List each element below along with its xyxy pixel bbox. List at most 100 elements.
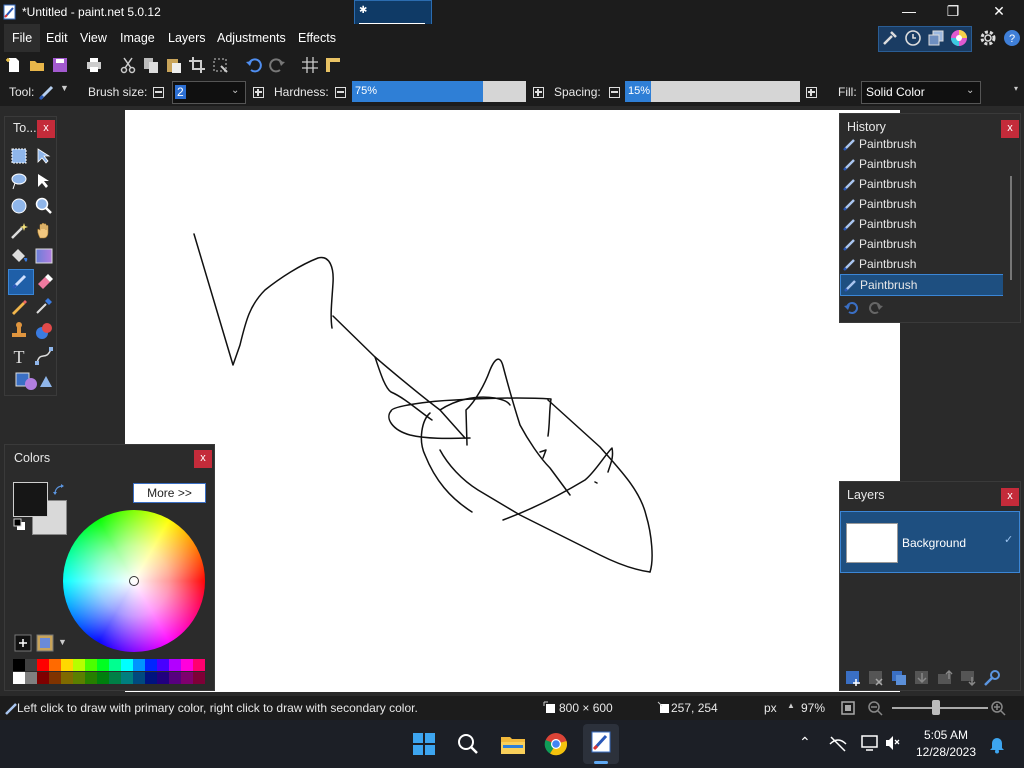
brush-size-input[interactable]: 2: [175, 85, 186, 99]
brush-size-dropdown-icon[interactable]: ⌄: [231, 85, 239, 96]
clock-date[interactable]: 12/28/2023: [906, 745, 986, 759]
paintbrush-icon[interactable]: [10, 271, 30, 291]
paintnet-taskbar-button[interactable]: [583, 724, 619, 764]
zoom-slider-thumb[interactable]: [932, 700, 940, 715]
zoom-out-icon[interactable]: [867, 700, 883, 716]
settings-gear-icon[interactable]: [978, 28, 998, 48]
paint-bucket-icon[interactable]: [9, 246, 29, 266]
shapes-icon[interactable]: [14, 370, 52, 390]
add-color-icon[interactable]: [14, 634, 32, 652]
gradient-icon[interactable]: [34, 246, 54, 266]
palette-swatch[interactable]: [145, 659, 157, 671]
palette-swatch[interactable]: [121, 659, 133, 671]
pan-icon[interactable]: [34, 221, 54, 241]
pixel-grid-icon[interactable]: [301, 56, 319, 74]
paintbrush-tool-icon[interactable]: [38, 83, 56, 101]
new-file-icon[interactable]: [5, 56, 23, 74]
reset-colors-icon[interactable]: [13, 518, 27, 532]
history-item[interactable]: Paintbrush: [840, 137, 1002, 154]
units-select[interactable]: px: [764, 701, 777, 715]
lasso-select-icon[interactable]: [9, 171, 29, 191]
palette-swatch[interactable]: [73, 672, 85, 684]
history-item[interactable]: Paintbrush: [840, 254, 1002, 274]
palette-swatch[interactable]: [61, 659, 73, 671]
palette-swatch[interactable]: [25, 672, 37, 684]
palette-swatch[interactable]: [97, 672, 109, 684]
history-undo-icon[interactable]: [843, 300, 861, 316]
history-item[interactable]: Paintbrush: [840, 214, 1002, 234]
palette-swatch[interactable]: [121, 672, 133, 684]
brush-size-decrease-button[interactable]: [153, 87, 164, 98]
layer-properties-icon[interactable]: [982, 669, 1000, 687]
tool-dropdown-icon[interactable]: ▼: [60, 83, 69, 93]
color-wheel[interactable]: [63, 510, 205, 652]
palette-swatch[interactable]: [133, 672, 145, 684]
history-redo-icon[interactable]: [866, 300, 884, 316]
tray-overflow-icon[interactable]: ⌃: [799, 734, 811, 751]
palette-swatch[interactable]: [49, 672, 61, 684]
move-layer-down-icon[interactable]: [959, 669, 977, 687]
menu-file[interactable]: File: [4, 24, 41, 52]
palette-icon[interactable]: [36, 634, 54, 652]
maximize-button[interactable]: ❐: [930, 0, 976, 24]
layer-visible-check-icon[interactable]: ✓: [1004, 533, 1013, 546]
menu-layers[interactable]: Layers: [168, 24, 206, 52]
palette-swatch[interactable]: [85, 659, 97, 671]
help-icon[interactable]: ?: [1002, 28, 1022, 48]
history-window-icon[interactable]: [903, 28, 923, 48]
palette-swatch[interactable]: [169, 659, 181, 671]
palette-menu-icon[interactable]: ▼: [58, 637, 67, 647]
palette-swatch[interactable]: [109, 672, 121, 684]
fill-select[interactable]: Solid Color ⌄: [861, 81, 981, 104]
history-item[interactable]: Paintbrush: [840, 154, 1002, 174]
text-icon[interactable]: T: [9, 346, 29, 366]
hardness-slider[interactable]: 75%: [352, 81, 526, 102]
palette-swatch[interactable]: [37, 672, 49, 684]
palette-swatch[interactable]: [25, 659, 37, 671]
menu-edit[interactable]: Edit: [46, 24, 68, 52]
open-file-icon[interactable]: [28, 56, 46, 74]
paste-icon[interactable]: [165, 56, 183, 74]
windows-start-icon[interactable]: [412, 732, 436, 756]
volume-muted-icon[interactable]: [884, 734, 900, 752]
palette-swatch[interactable]: [181, 672, 193, 684]
palette-swatch[interactable]: [193, 672, 205, 684]
spacing-decrease-button[interactable]: [609, 87, 620, 98]
palette-swatch[interactable]: [193, 659, 205, 671]
history-scrollbar[interactable]: [1010, 176, 1012, 280]
crop-to-selection-icon[interactable]: [188, 56, 206, 74]
minimize-button[interactable]: —: [886, 0, 932, 24]
duplicate-layer-icon[interactable]: [890, 669, 908, 687]
clone-stamp-icon[interactable]: [9, 321, 29, 341]
primary-color-swatch[interactable]: [13, 482, 48, 517]
move-selection-icon[interactable]: [34, 146, 54, 166]
eraser-icon[interactable]: [34, 271, 54, 291]
zoom-level[interactable]: 97%: [801, 701, 825, 715]
history-item[interactable]: Paintbrush: [840, 194, 1002, 214]
zoom-in-icon[interactable]: [990, 700, 1006, 716]
recolor-icon[interactable]: [34, 321, 54, 341]
pencil-icon[interactable]: [9, 296, 29, 316]
palette-swatch[interactable]: [37, 659, 49, 671]
network-off-icon[interactable]: [828, 734, 848, 752]
rulers-icon[interactable]: [324, 56, 342, 74]
copy-icon[interactable]: [142, 56, 160, 74]
line-curve-icon[interactable]: [34, 346, 54, 366]
history-item[interactable]: Paintbrush: [840, 174, 1002, 194]
delete-layer-icon[interactable]: [867, 669, 885, 687]
hardness-decrease-button[interactable]: [335, 87, 346, 98]
tools-panel-close-button[interactable]: x: [37, 120, 55, 138]
menu-effects[interactable]: Effects: [298, 24, 336, 52]
palette-swatch[interactable]: [13, 659, 25, 671]
palette-swatch[interactable]: [73, 659, 85, 671]
color-picker-icon[interactable]: [34, 296, 54, 316]
undo-icon[interactable]: [245, 56, 263, 74]
spacing-increase-button[interactable]: [806, 87, 817, 98]
save-file-icon[interactable]: [51, 56, 69, 74]
menu-view[interactable]: View: [80, 24, 107, 52]
menu-adjustments[interactable]: Adjustments: [217, 24, 286, 52]
search-icon[interactable]: [456, 732, 480, 756]
magic-wand-icon[interactable]: [9, 221, 29, 241]
palette-swatch[interactable]: [133, 659, 145, 671]
clock-time[interactable]: 5:05 AM: [906, 728, 986, 742]
